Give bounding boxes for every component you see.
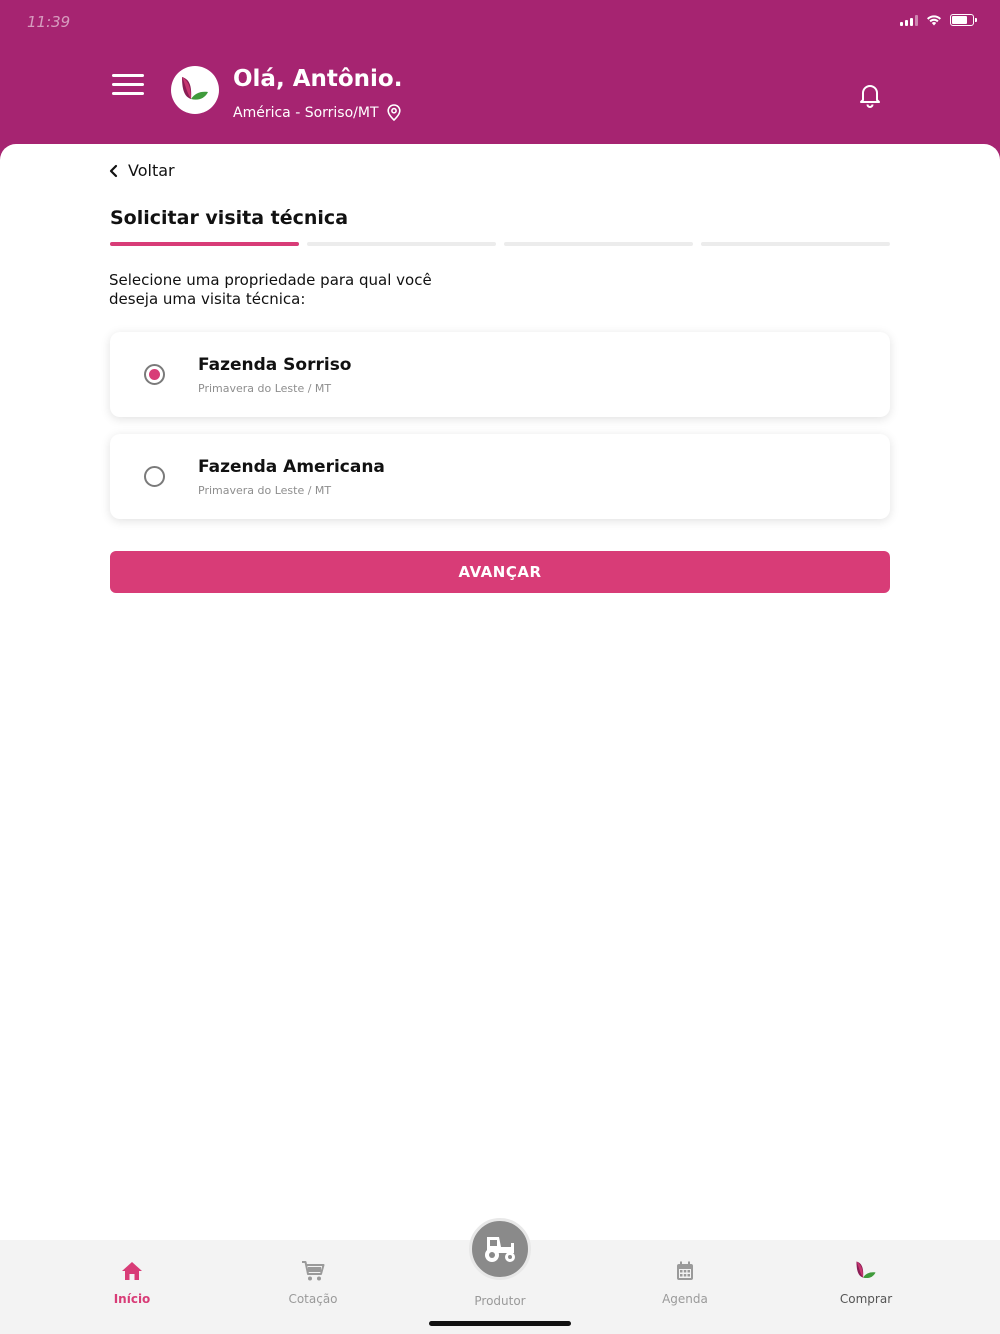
tab-comprar[interactable]: Comprar [806, 1258, 926, 1306]
step-indicator [504, 242, 693, 246]
tab-label: Início [113, 1292, 151, 1306]
brand-logo [171, 66, 219, 114]
tractor-icon [485, 1237, 515, 1262]
back-button[interactable]: Voltar [108, 161, 175, 180]
step-indicator [701, 242, 890, 246]
home-icon [122, 1262, 142, 1280]
tab-cotacao[interactable]: Cotação [253, 1258, 373, 1306]
tab-produtor[interactable]: Produtor [440, 1286, 560, 1308]
chevron-left-icon [109, 164, 118, 177]
step-indicator [110, 242, 299, 246]
calendar-icon [677, 1261, 693, 1280]
page-title: Solicitar visita técnica [110, 207, 349, 229]
location-pin-icon [386, 104, 401, 121]
menu-button[interactable] [112, 74, 144, 98]
property-location: Primavera do Leste / MT [198, 484, 332, 497]
produtor-fab-button[interactable] [469, 1218, 531, 1280]
greeting: Olá, Antônio. [233, 66, 403, 92]
step-indicator [307, 242, 496, 246]
brand-logo-icon [856, 1261, 876, 1279]
tab-label: Produtor [474, 1294, 526, 1308]
home-indicator [429, 1321, 571, 1326]
instruction-text: Selecione uma propriedade para qual você… [109, 271, 432, 308]
tab-label: Cotação [288, 1292, 338, 1306]
tab-inicio[interactable]: Início [72, 1258, 192, 1306]
brand-logo-icon [182, 77, 208, 100]
main-content: Voltar Solicitar visita técnica Selecion… [0, 144, 1000, 1240]
back-label: Voltar [128, 161, 175, 180]
location-selector[interactable]: América - Sorriso/MT [233, 104, 401, 121]
cart-icon [302, 1261, 325, 1281]
tab-agenda[interactable]: Agenda [625, 1258, 745, 1306]
property-name: Fazenda Americana [198, 457, 385, 477]
battery-icon [950, 14, 977, 26]
location-label: América - Sorriso/MT [233, 104, 379, 121]
wifi-icon [927, 15, 941, 26]
status-time: 11:39 [27, 13, 71, 31]
property-option-fazenda-sorriso[interactable]: Fazenda Sorriso Primavera do Leste / MT [110, 332, 890, 417]
radio-button[interactable] [144, 364, 165, 385]
step-progress [110, 242, 890, 246]
cellular-signal-icon [900, 14, 918, 26]
notifications-bell-icon[interactable] [857, 82, 883, 108]
property-option-fazenda-americana[interactable]: Fazenda Americana Primavera do Leste / M… [110, 434, 890, 519]
advance-button[interactable]: AVANÇAR [110, 551, 890, 593]
property-name: Fazenda Sorriso [198, 355, 352, 375]
tab-label: Comprar [839, 1292, 893, 1306]
property-location: Primavera do Leste / MT [198, 382, 332, 395]
tab-label: Agenda [662, 1292, 708, 1306]
radio-button[interactable] [144, 466, 165, 487]
status-icons [900, 14, 977, 26]
